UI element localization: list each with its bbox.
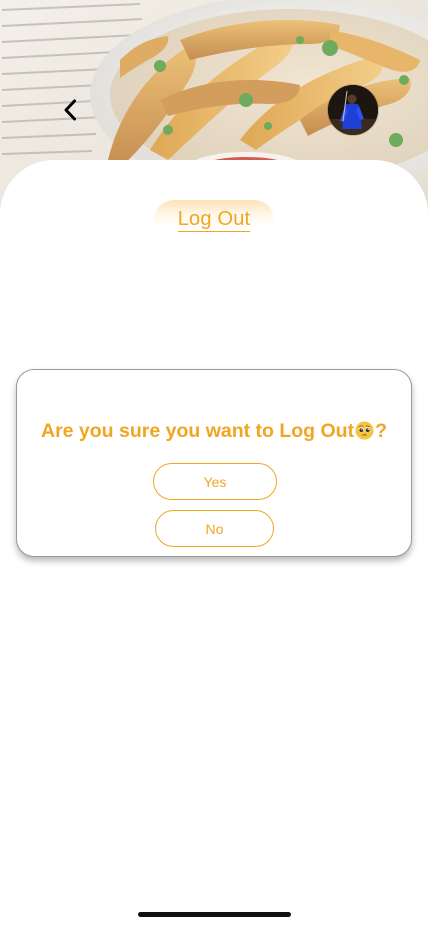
page-title: Log Out: [177, 208, 251, 232]
yes-button[interactable]: Yes: [153, 463, 277, 500]
dialog-question-mark: ?: [375, 420, 388, 442]
no-button-label: No: [205, 520, 224, 537]
back-button[interactable]: [52, 92, 88, 128]
dialog-question-text: Are you sure you want to Log Out: [40, 420, 355, 442]
avatar-image: [328, 85, 378, 135]
dialog-question: Are you sure you want to Log Out ?: [17, 420, 411, 443]
yes-button-label: Yes: [203, 473, 227, 490]
user-avatar[interactable]: [328, 85, 378, 135]
logout-confirmation-dialog: Are you sure you want to Log Out ? Yes N…: [16, 369, 412, 557]
logout-screen: Log Out Are you sure you want to Log Out…: [0, 0, 428, 926]
home-indicator: [138, 912, 291, 917]
page-title-pill: Log Out: [154, 200, 274, 240]
chevron-left-icon: [64, 99, 76, 121]
no-button[interactable]: No: [155, 510, 274, 547]
pleading-face-emoji-icon: [355, 421, 374, 440]
